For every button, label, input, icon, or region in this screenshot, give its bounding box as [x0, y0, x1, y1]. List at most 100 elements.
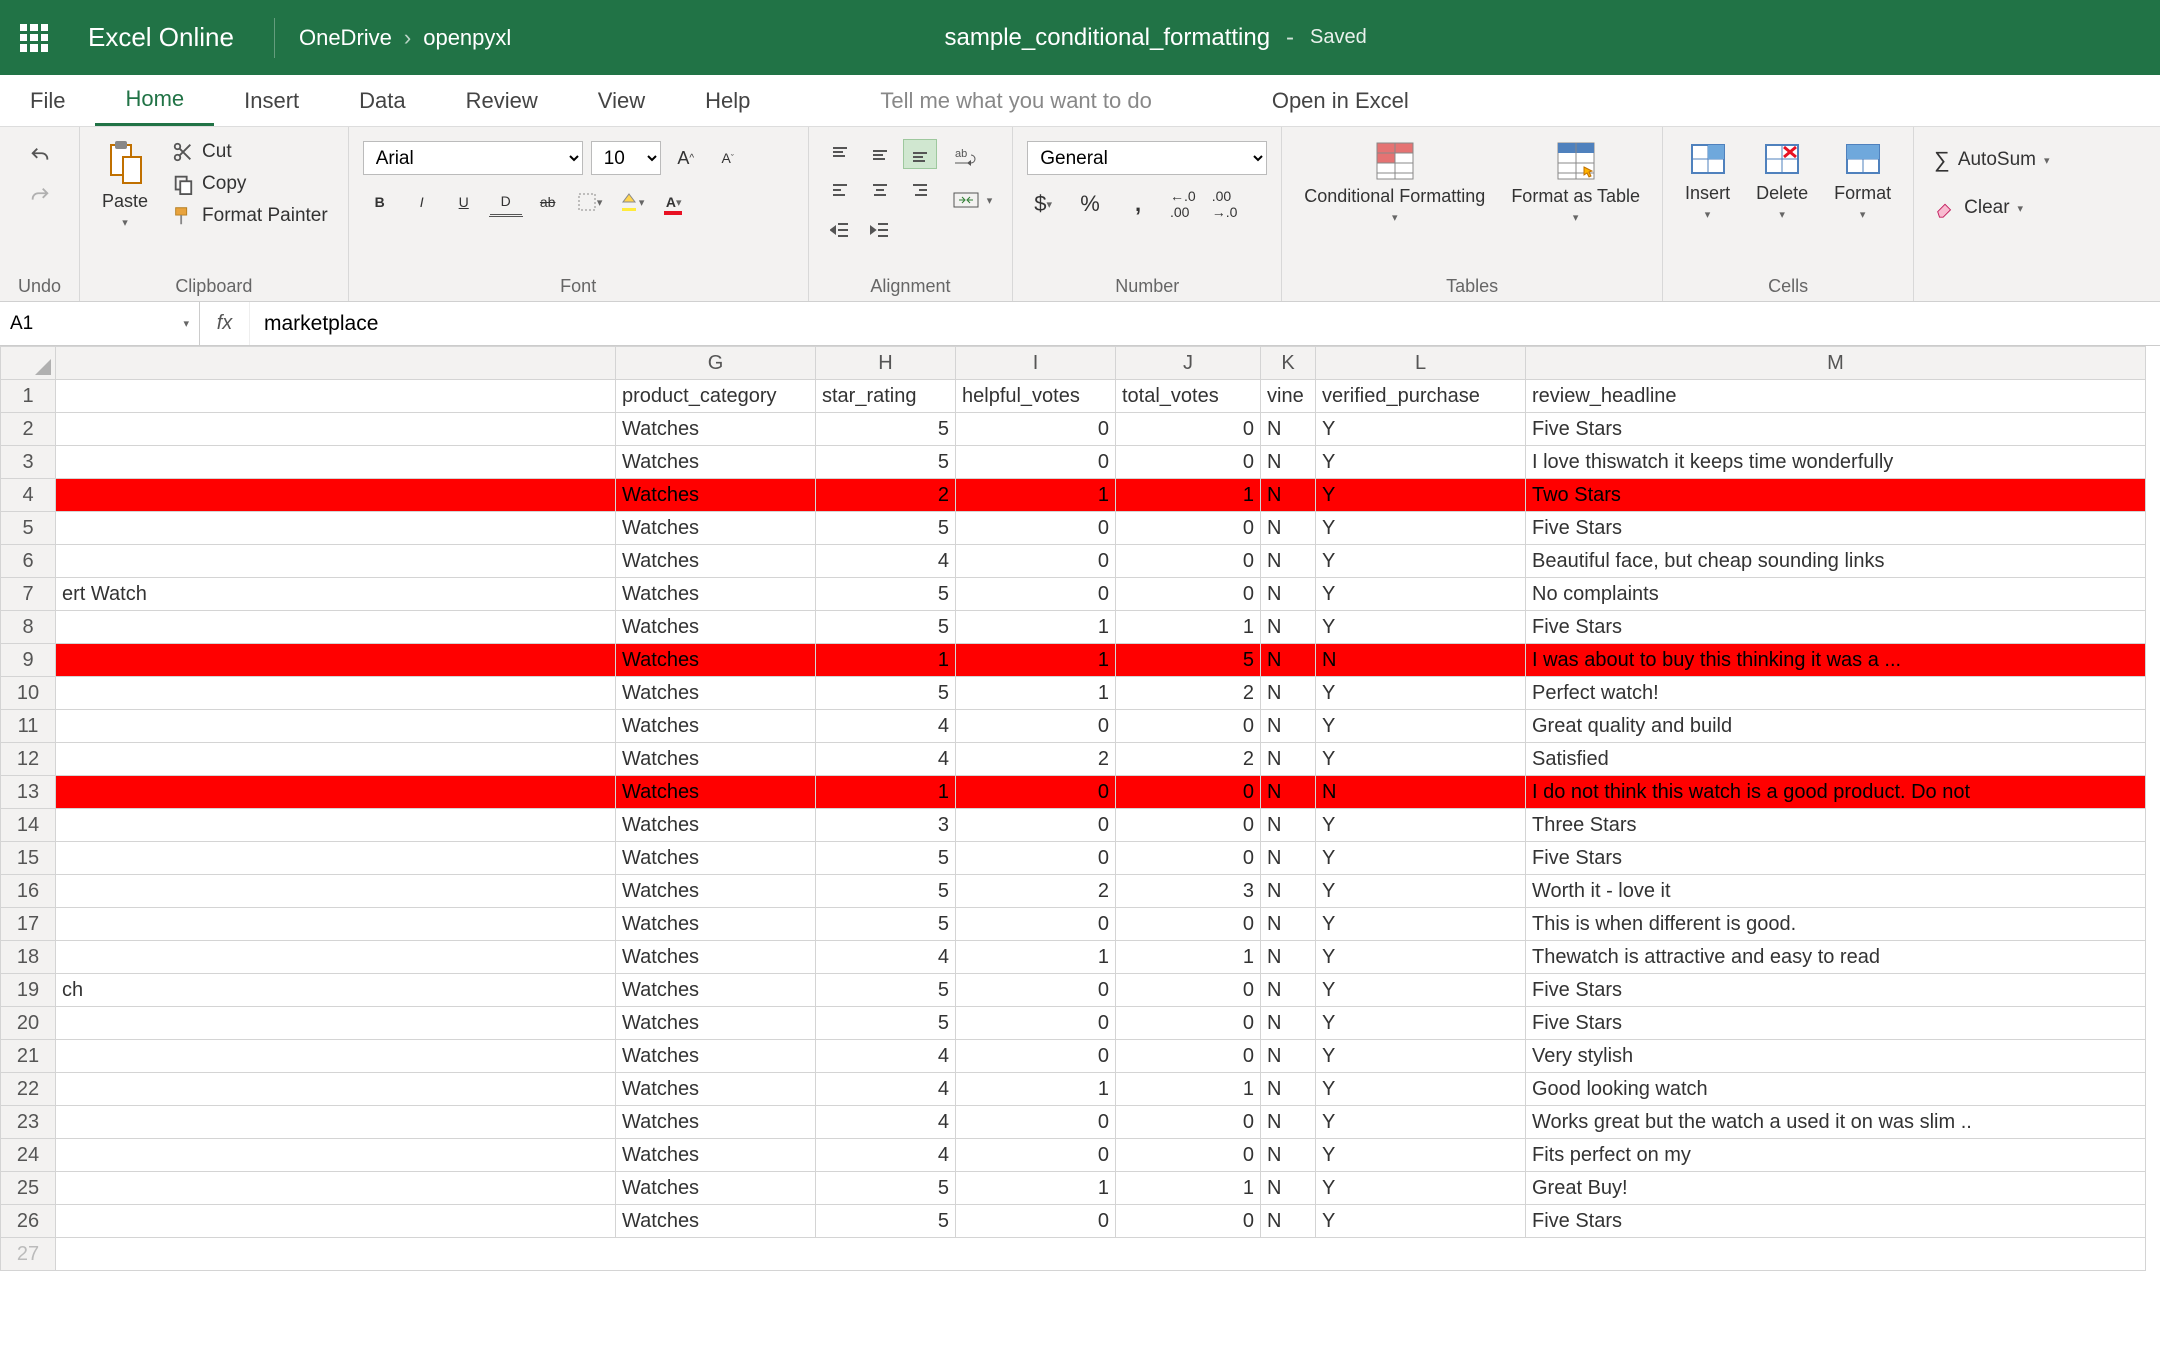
cell[interactable]: 0: [956, 545, 1116, 578]
cell[interactable]: vine: [1261, 380, 1316, 413]
cell[interactable]: 1: [1116, 479, 1261, 512]
row-header-21[interactable]: 21: [1, 1040, 56, 1073]
cell[interactable]: Watches: [616, 578, 816, 611]
align-right-icon[interactable]: [903, 175, 937, 205]
cell[interactable]: 5: [816, 677, 956, 710]
cell[interactable]: 0: [956, 1205, 1116, 1238]
strikethrough-button[interactable]: ab: [531, 187, 565, 217]
cell[interactable]: 5: [816, 974, 956, 1007]
cell[interactable]: 5: [816, 908, 956, 941]
cell[interactable]: 0: [1116, 1139, 1261, 1172]
cell[interactable]: N: [1261, 413, 1316, 446]
cell[interactable]: 0: [1116, 578, 1261, 611]
row-header-10[interactable]: 10: [1, 677, 56, 710]
document-title[interactable]: sample_conditional_formatting: [945, 24, 1271, 52]
cell[interactable]: [56, 413, 616, 446]
font-name-select[interactable]: Arial: [363, 141, 583, 175]
cell[interactable]: I do not think this watch is a good prod…: [1526, 776, 2146, 809]
cell[interactable]: [56, 1172, 616, 1205]
cell[interactable]: Y: [1316, 710, 1526, 743]
cell[interactable]: N: [1261, 1172, 1316, 1205]
cell[interactable]: 5: [816, 1205, 956, 1238]
cell[interactable]: N: [1261, 908, 1316, 941]
cell[interactable]: Great quality and build: [1526, 710, 2146, 743]
cell[interactable]: [56, 611, 616, 644]
cell[interactable]: Five Stars: [1526, 1205, 2146, 1238]
double-underline-button[interactable]: D: [489, 187, 523, 217]
cell[interactable]: 4: [816, 710, 956, 743]
column-header-L[interactable]: L: [1316, 347, 1526, 380]
cell[interactable]: Fits perfect on my: [1526, 1139, 2146, 1172]
number-format-select[interactable]: General: [1027, 141, 1267, 175]
cell[interactable]: Watches: [616, 743, 816, 776]
cell[interactable]: 0: [956, 578, 1116, 611]
cell[interactable]: ch: [56, 974, 616, 1007]
cell[interactable]: 1: [956, 644, 1116, 677]
cell[interactable]: [56, 1106, 616, 1139]
cell-reference-input[interactable]: [10, 313, 183, 335]
cell[interactable]: [56, 644, 616, 677]
cell[interactable]: 2: [956, 875, 1116, 908]
cell[interactable]: helpful_votes: [956, 380, 1116, 413]
formula-input[interactable]: [250, 312, 2160, 336]
cell[interactable]: 4: [816, 545, 956, 578]
cell[interactable]: 0: [1116, 908, 1261, 941]
cell[interactable]: [56, 479, 616, 512]
cell[interactable]: Y: [1316, 1139, 1526, 1172]
cell[interactable]: 1: [956, 479, 1116, 512]
cell[interactable]: Five Stars: [1526, 842, 2146, 875]
row-header-16[interactable]: 16: [1, 875, 56, 908]
borders-button[interactable]: ▾: [573, 187, 607, 217]
cell[interactable]: Five Stars: [1526, 413, 2146, 446]
column-header-K[interactable]: K: [1261, 347, 1316, 380]
cell[interactable]: 0: [956, 908, 1116, 941]
cell[interactable]: This is when different is good.: [1526, 908, 2146, 941]
cell[interactable]: Y: [1316, 809, 1526, 842]
align-left-icon[interactable]: [823, 175, 857, 205]
cell[interactable]: 4: [816, 1106, 956, 1139]
format-as-table-button[interactable]: Format as Table▾: [1503, 135, 1648, 228]
tell-me-search[interactable]: Tell me what you want to do: [840, 75, 1191, 126]
cell[interactable]: [56, 1205, 616, 1238]
cell[interactable]: Watches: [616, 413, 816, 446]
cell[interactable]: Y: [1316, 743, 1526, 776]
cell[interactable]: [56, 842, 616, 875]
cell[interactable]: 0: [956, 1040, 1116, 1073]
row-header-22[interactable]: 22: [1, 1073, 56, 1106]
row-header-24[interactable]: 24: [1, 1139, 56, 1172]
cell[interactable]: [56, 545, 616, 578]
cell[interactable]: Watches: [616, 677, 816, 710]
redo-icon[interactable]: [29, 185, 51, 207]
row-header-15[interactable]: 15: [1, 842, 56, 875]
row-header-19[interactable]: 19: [1, 974, 56, 1007]
format-cells-button[interactable]: Format▾: [1826, 135, 1899, 225]
cell[interactable]: 0: [1116, 512, 1261, 545]
cell[interactable]: Very stylish: [1526, 1040, 2146, 1073]
fx-icon[interactable]: fx: [200, 302, 250, 345]
currency-button[interactable]: $ ▾: [1027, 189, 1059, 219]
column-header-I[interactable]: I: [956, 347, 1116, 380]
cell[interactable]: Y: [1316, 842, 1526, 875]
cell[interactable]: [56, 710, 616, 743]
autosum-button[interactable]: ∑ AutoSum▾: [1928, 145, 2055, 175]
cell[interactable]: Y: [1316, 611, 1526, 644]
cell[interactable]: N: [1261, 1073, 1316, 1106]
bold-button[interactable]: B: [363, 187, 397, 217]
cell[interactable]: Y: [1316, 446, 1526, 479]
cell[interactable]: Watches: [616, 1106, 816, 1139]
cell[interactable]: 0: [956, 1106, 1116, 1139]
cell[interactable]: N: [1261, 545, 1316, 578]
row-header-18[interactable]: 18: [1, 941, 56, 974]
tab-help[interactable]: Help: [675, 75, 780, 126]
cell[interactable]: 1: [1116, 611, 1261, 644]
cell[interactable]: Thewatch is attractive and easy to read: [1526, 941, 2146, 974]
cell[interactable]: N: [1261, 710, 1316, 743]
cell[interactable]: [56, 908, 616, 941]
row-header-12[interactable]: 12: [1, 743, 56, 776]
cell[interactable]: Watches: [616, 644, 816, 677]
cell[interactable]: 3: [816, 809, 956, 842]
cell[interactable]: N: [1261, 1205, 1316, 1238]
cell[interactable]: 0: [956, 512, 1116, 545]
cell[interactable]: 1: [1116, 1172, 1261, 1205]
align-bottom-icon[interactable]: [903, 139, 937, 169]
